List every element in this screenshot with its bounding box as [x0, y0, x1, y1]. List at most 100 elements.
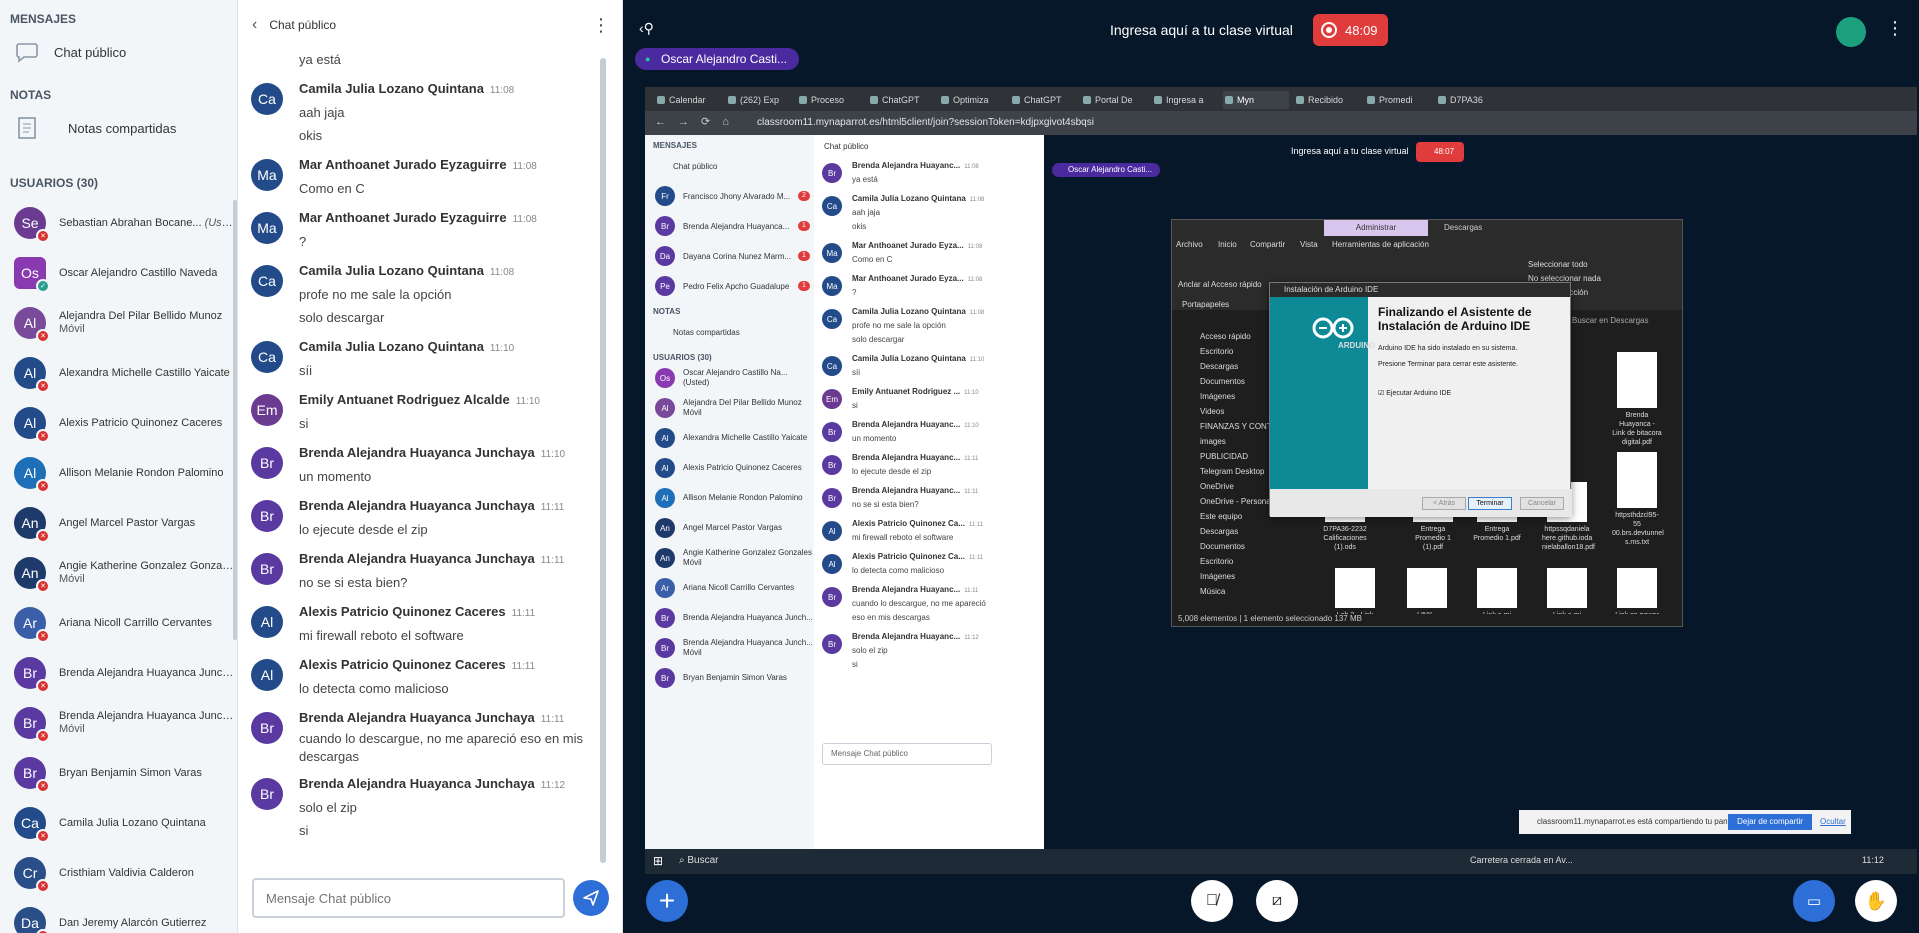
- message-time: 11:08: [964, 164, 979, 170]
- user-row[interactable]: An ✕ Angie Katherine Gonzalez Gonzales Móvi…: [0, 548, 236, 598]
- avatar: Br: [822, 422, 842, 442]
- file-icon: [1617, 568, 1657, 608]
- inner-message-body: Brenda Alejandra Huayanc... 11:08 ya está: [852, 160, 979, 187]
- user-row[interactable]: Al ✕ Alexandra Michelle Castillo Yaicate: [0, 348, 236, 398]
- browser-url: classroom11.mynaparrot.es/html5client/jo…: [757, 117, 1094, 128]
- message-time: 11:11: [540, 555, 565, 566]
- inner-message-author: Brenda Alejandra Huayanc... 11:08: [852, 160, 979, 173]
- user-row[interactable]: Ar ✕ Ariana Nicoll Carrillo Cervantes: [0, 598, 236, 648]
- inner-chat-messages: Br Brenda Alejandra Huayanc... 11:08 ya est…: [814, 157, 1044, 675]
- user-row[interactable]: Se✕ Sebastian Abrahan Bocane... (Usted): [0, 198, 236, 248]
- more-options-icon[interactable]: ⋮: [592, 15, 610, 36]
- inner-user-name-text: Bryan Benjamin Simon Varas: [683, 673, 787, 682]
- taskbar-search-label: Buscar: [687, 855, 719, 866]
- message-time: 11:08: [512, 214, 537, 225]
- user-name: Brenda Alejandra Huayanca Junch... Móvil: [59, 710, 235, 736]
- microphone-off-icon: 🎙̸: [1206, 892, 1218, 909]
- avatar-initials: Ar: [23, 615, 37, 631]
- installer-finish-button: Terminar: [1468, 497, 1512, 510]
- message-text: si: [299, 416, 309, 431]
- user-row[interactable]: Al ✕ Alexis Patricio Quinonez Caceres: [0, 398, 236, 448]
- inner-message-author: Camila Julia Lozano Quintana 11:08: [852, 193, 984, 206]
- browser-tab: Optimiza: [939, 91, 1005, 109]
- user-name: Sebastian Abrahan Bocane... (Usted): [59, 217, 235, 230]
- notes-section-title: NOTAS: [10, 88, 52, 102]
- user-row[interactable]: Br ✕ Bryan Benjamin Simon Varas: [0, 748, 236, 798]
- chat-message-input[interactable]: [252, 878, 565, 918]
- user-row[interactable]: Ca ✕ Camila Julia Lozano Quintana: [0, 798, 236, 848]
- avatar: Ar ✕: [14, 607, 50, 643]
- avatar: Ca ✕: [14, 807, 50, 843]
- inner-user-name: Ariana Nicoll Carrillo Cervantes: [683, 583, 794, 593]
- inner-chat-message: Al Alexis Patricio Quinonez Ca... 11:11 mi …: [814, 515, 1044, 548]
- share-camera-button[interactable]: ⧄: [1256, 880, 1298, 922]
- chat-title: Chat público: [269, 18, 337, 32]
- user-name: Allison Melanie Rondon Palomino: [59, 467, 223, 480]
- user-row[interactable]: Cr ✕ Cristhiam Valdivia Calderon: [0, 848, 236, 898]
- inner-message-author: Mar Anthoanet Jurado Eyza... 11:08: [852, 273, 982, 286]
- public-chat-item[interactable]: Chat público: [0, 30, 237, 74]
- chevron-left-icon[interactable]: ‹: [252, 16, 257, 34]
- avatar-initials: Br: [260, 786, 274, 802]
- chat-scrollbar[interactable]: [600, 58, 606, 863]
- connection-status-icon[interactable]: [1836, 17, 1866, 47]
- user-row[interactable]: Os ✓ Oscar Alejandro Castillo Naveda: [0, 248, 236, 298]
- avatar-initials: Br: [260, 508, 274, 524]
- actions-plus-button[interactable]: +: [646, 880, 688, 922]
- send-button[interactable]: [573, 880, 609, 916]
- user-row[interactable]: Da✕ Dan Jeremy Alarcón Gutierrez: [0, 898, 236, 933]
- more-options-icon[interactable]: ⋮: [1886, 18, 1904, 39]
- users-scrollbar[interactable]: [233, 200, 237, 640]
- mic-off-icon: ✕: [36, 629, 50, 643]
- chat-scrollbar-thumb[interactable]: [600, 58, 606, 863]
- inner-message-text: un momento: [852, 434, 897, 443]
- inner-message-author: Emily Antuanet Rodriguez ... 11:10: [852, 386, 979, 399]
- user-row[interactable]: Br ✕ Brenda Alejandra Huayanca Junch... Móv…: [0, 698, 236, 748]
- user-row[interactable]: Br ✕ Brenda Alejandra Huayanca Junch...: [0, 648, 236, 698]
- inner-user-list: MENSAJES Chat público Fr Francisco Jhony …: [645, 135, 814, 849]
- inner-private-chat: Pe Pedro Felix Apcho Guadalupe 1: [645, 271, 814, 301]
- author-name: Camila Julia Lozano Quintana: [852, 354, 966, 363]
- explorer-search: Buscar en Descargas: [1572, 316, 1649, 325]
- avatar-initials: Al: [23, 465, 37, 481]
- avatar: Ca: [251, 341, 283, 373]
- screen-share-button[interactable]: ▭: [1793, 880, 1835, 922]
- avatar: Br: [822, 634, 842, 654]
- mic-off-icon: ✕: [36, 579, 50, 593]
- avatar: Al ✕: [14, 407, 50, 443]
- message-time: 11:10: [515, 396, 540, 407]
- inner-user-name-text: Angie Katherine Gonzalez Gonzales: [683, 548, 812, 557]
- chat-message: Em Emily Antuanet Rodriguez Alcalde 11:10 s…: [238, 386, 598, 439]
- user-name: Dan Jeremy Alarcón Gutierrez: [59, 917, 206, 930]
- inner-message-body: Brenda Alejandra Huayanc... 11:12 solo el …: [852, 631, 979, 672]
- chat-input-field[interactable]: [254, 880, 563, 916]
- shared-notes-item[interactable]: Notas compartidas: [0, 106, 237, 150]
- inner-public-chat: Chat público: [645, 151, 814, 181]
- user-row[interactable]: Al ✕ Alejandra Del Pilar Bellido Munoz Móvi…: [0, 298, 236, 348]
- message-body: Brenda Alejandra Huayanca Junchaya 11:11 n…: [299, 549, 564, 594]
- author-name: Brenda Alejandra Huayanc...: [852, 161, 961, 170]
- user-row[interactable]: An ✕ Angel Marcel Pastor Vargas: [0, 498, 236, 548]
- avatar: Da✕: [14, 907, 50, 933]
- recording-indicator[interactable]: 48:09: [1313, 14, 1388, 46]
- raise-hand-button[interactable]: ✋: [1855, 880, 1897, 922]
- avatar-initials: Se: [21, 215, 39, 231]
- avatar: Br: [822, 488, 842, 508]
- message-author: Brenda Alejandra Huayanca Junchaya 11:11: [299, 496, 564, 518]
- author-name: Mar Anthoanet Jurado Eyza...: [852, 274, 964, 283]
- explorer-status-bar: 5,008 elementos | 1 elemento seleccionad…: [1172, 614, 1682, 626]
- unread-count: 1: [798, 221, 810, 231]
- inner-private-chat: Da Dayana Corina Nunez Marm... 1: [645, 241, 814, 271]
- avatar: Br: [822, 163, 842, 183]
- leave-user-icon[interactable]: ‹⚲: [639, 20, 654, 37]
- inner-chat-message: Br Brenda Alejandra Huayanc... 11:08 ya est…: [814, 157, 1044, 190]
- chat-message: Br Brenda Alejandra Huayanca Junchaya 11:1…: [238, 704, 598, 770]
- message-author: Mar Anthoanet Jurado Eyzaguirre 11:08: [299, 155, 537, 177]
- author-name: Alexis Patricio Quinonez Ca...: [852, 519, 965, 528]
- user-row[interactable]: Al ✕ Allison Melanie Rondon Palomino: [0, 448, 236, 498]
- inner-private-name: Brenda Alejandra Huayanca...: [683, 221, 790, 231]
- inner-private-name: Francisco Jhony Alvarado M...: [683, 191, 791, 201]
- unmute-button[interactable]: 🎙̸: [1191, 880, 1233, 922]
- inner-user-row: Os Oscar Alejandro Castillo Na... (Usted): [645, 363, 814, 393]
- device-label: Móvil: [683, 648, 702, 657]
